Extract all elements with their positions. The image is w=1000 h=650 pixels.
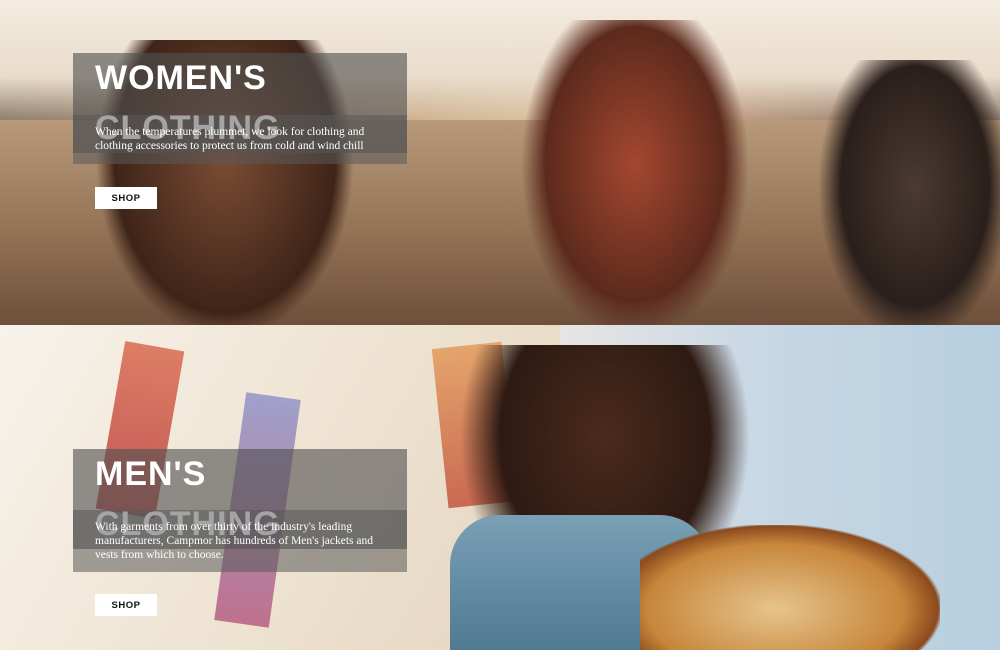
mens-clothing-banner: MEN'S CLOTHING With garments from over t… xyxy=(0,325,1000,650)
guitar-photo xyxy=(640,525,940,650)
woman-with-hat-photo xyxy=(520,20,750,325)
womens-shop-button[interactable]: SHOP xyxy=(95,187,157,209)
mens-shop-button[interactable]: SHOP xyxy=(95,594,157,616)
mens-description-box: With garments from over thirty of the in… xyxy=(73,510,407,572)
womens-description-box: When the temperatures plummet, we look f… xyxy=(73,115,407,164)
womens-clothing-banner: WOMEN'S CLOTHING When the temperatures p… xyxy=(0,0,1000,325)
mens-clothing-description: With garments from over thirty of the in… xyxy=(95,521,373,561)
friends-group-photo xyxy=(820,60,1000,325)
womens-clothing-description: When the temperatures plummet, we look f… xyxy=(95,126,365,152)
